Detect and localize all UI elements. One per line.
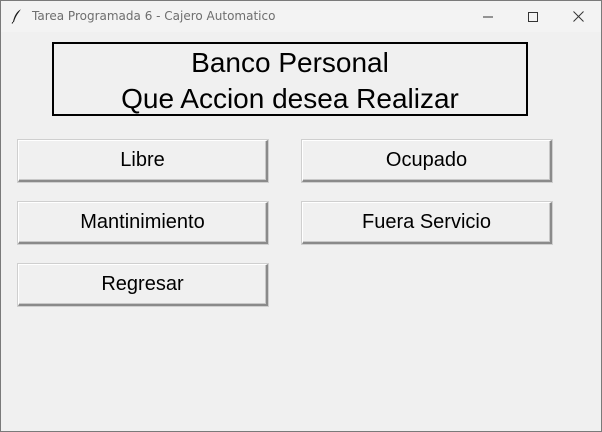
window-title: Tarea Programada 6 - Cajero Automatico xyxy=(32,9,276,23)
regresar-button[interactable]: Regresar xyxy=(18,264,268,306)
close-icon xyxy=(572,11,584,22)
mantenimiento-button[interactable]: Mantinimiento xyxy=(18,202,268,244)
maximize-icon xyxy=(528,11,538,22)
libre-button[interactable]: Libre xyxy=(18,140,268,182)
ocupado-button[interactable]: Ocupado xyxy=(302,140,552,182)
minimize-button[interactable] xyxy=(465,1,511,32)
client-area: Banco Personal Que Accion desea Realizar… xyxy=(1,32,601,431)
app-window: Tarea Programada 6 - Cajero Automatico B… xyxy=(0,0,602,432)
header-subtitle: Que Accion desea Realizar xyxy=(121,83,459,114)
minimize-icon xyxy=(483,12,493,22)
feather-icon xyxy=(10,8,24,24)
header-label: Banco Personal Que Accion desea Realizar xyxy=(52,42,528,116)
close-button[interactable] xyxy=(555,1,601,32)
fuera-servicio-button[interactable]: Fuera Servicio xyxy=(302,202,552,244)
maximize-button[interactable] xyxy=(510,1,556,32)
title-bar[interactable]: Tarea Programada 6 - Cajero Automatico xyxy=(1,1,601,32)
header-title: Banco Personal xyxy=(191,47,389,78)
